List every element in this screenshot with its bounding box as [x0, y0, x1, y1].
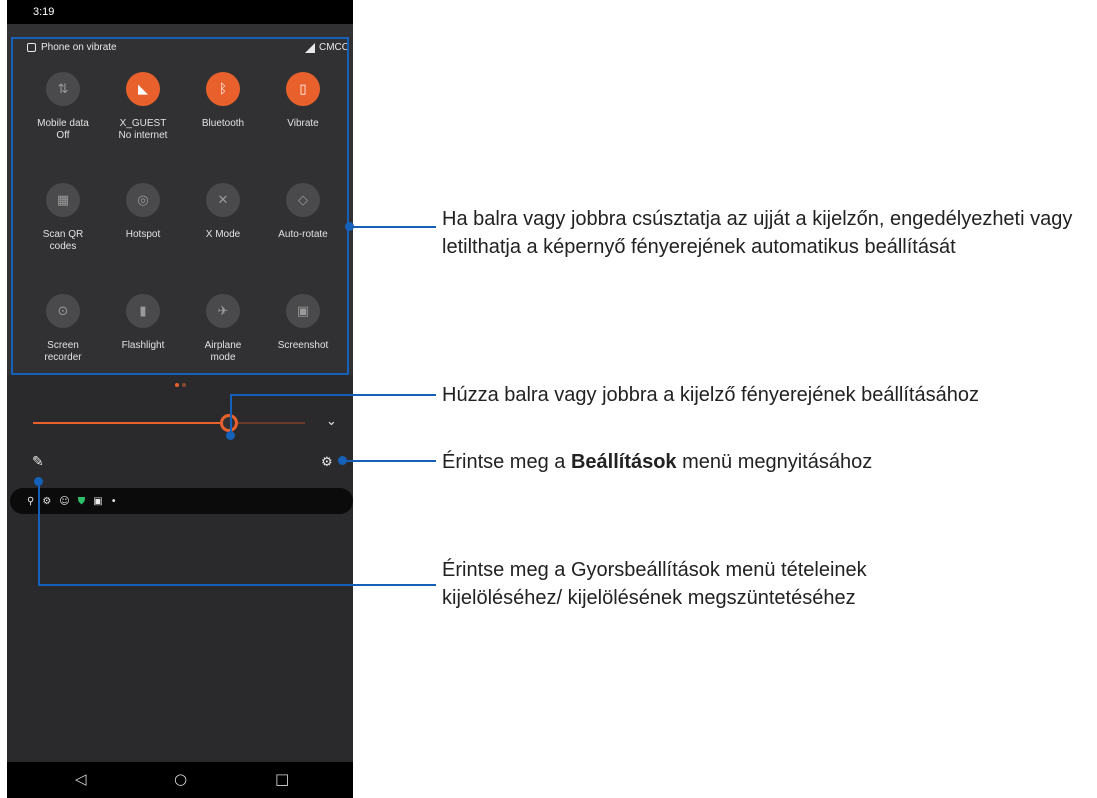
- callout-settings-bold: Beállítások: [570, 451, 677, 473]
- callout-line-brightness: [230, 394, 436, 396]
- home-icon[interactable]: ○: [174, 770, 187, 788]
- page-dot-active: [175, 383, 179, 387]
- gear-icon[interactable]: ⚙: [321, 455, 333, 470]
- tiles-highlight-box: [11, 37, 349, 375]
- shield-icon: ⛊: [77, 495, 86, 507]
- pin-icon: ⚲: [27, 495, 35, 507]
- notification-icons-bar[interactable]: ⚲ ⚙ ☺ ⛊ ▣ •: [10, 488, 353, 514]
- more-dot-icon: •: [110, 495, 117, 507]
- brightness-slider-fill[interactable]: [33, 422, 227, 424]
- callout-text-settings: Érintse meg a Beállítások menü megnyitás…: [442, 448, 1092, 476]
- callout-line-brightness-vertical: [230, 395, 232, 433]
- navigation-bar: ◁ ○ □: [7, 762, 353, 798]
- callout-line-tiles: [350, 226, 436, 228]
- edit-icon[interactable]: ✎: [32, 454, 44, 470]
- status-bar: 3:19: [7, 0, 353, 24]
- chevron-down-icon[interactable]: ⌄: [326, 414, 337, 429]
- status-clock: 3:19: [33, 6, 55, 18]
- gear-icon: ⚙: [42, 495, 52, 507]
- callout-text-brightness: Húzza balra vagy jobbra a kijelző fényer…: [442, 384, 979, 406]
- callout-settings-prefix: Érintse meg a: [442, 451, 571, 473]
- callout-line-edit: [38, 584, 436, 586]
- page-dot: [182, 383, 186, 387]
- page-indicator: [175, 383, 186, 387]
- brightness-slider-thumb[interactable]: [220, 414, 238, 432]
- back-icon[interactable]: ◁: [75, 770, 87, 788]
- recents-icon[interactable]: □: [275, 770, 289, 788]
- image-icon: ▣: [93, 495, 103, 507]
- user-icon: ☺: [59, 495, 70, 507]
- callout-line-edit-vertical: [38, 481, 40, 585]
- callout-settings-suffix: menü megnyitásához: [676, 451, 873, 473]
- callout-text-edit: Érintse meg a Gyorsbeállítások menü téte…: [442, 559, 867, 609]
- brightness-slider-track[interactable]: [233, 422, 305, 424]
- callout-line-settings: [343, 460, 436, 462]
- callout-text-tiles: Ha balra vagy jobbra csúsztatja az ujját…: [442, 208, 1073, 258]
